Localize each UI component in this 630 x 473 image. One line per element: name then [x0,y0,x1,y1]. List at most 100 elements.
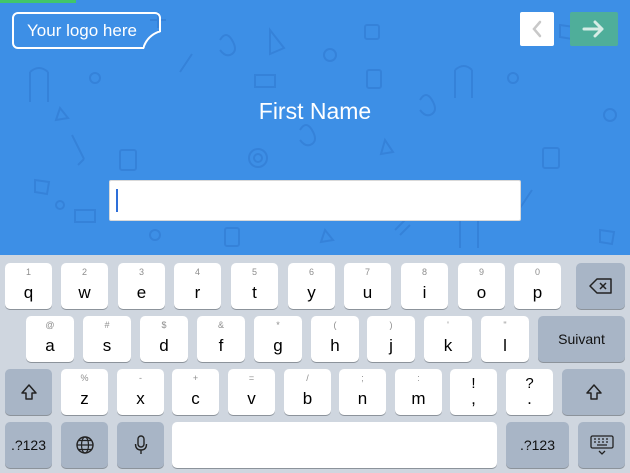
key-b[interactable]: / b [284,369,331,415]
key-period[interactable]: ?. [506,369,553,415]
key-q[interactable]: 1q [5,263,52,309]
globe-icon [75,436,94,454]
key-letter: q [23,283,34,302]
key-k[interactable]: ' k [424,316,472,362]
key-letter: n [357,389,368,408]
key-r[interactable]: 4r [174,263,221,309]
key-hint: 3 [138,267,144,277]
backspace-key[interactable] [576,263,625,309]
numbers-key-right[interactable]: .?123 [506,422,569,468]
key-l[interactable]: " l [481,316,529,362]
key-letter: y [307,283,316,302]
field-label: First Name [258,98,372,124]
key-hint: & [217,320,224,330]
numbers-key-label: .?123 [10,437,47,453]
key-hint: 4 [194,267,200,277]
key-comma[interactable]: !, [450,369,497,415]
key-letter: t [252,283,257,302]
key-hint: 0 [534,267,540,277]
dictation-key[interactable] [117,422,164,468]
key-letter: a [45,336,55,355]
key-m[interactable]: :m [395,369,442,415]
key-letter: z [80,389,89,408]
key-hint: = [248,373,255,383]
key-v[interactable]: = v [228,369,275,415]
key-letter: p [532,283,543,302]
key-a[interactable]: @ a [26,316,74,362]
key-letter: s [102,336,112,355]
next-button[interactable] [570,12,618,46]
shift-key-right[interactable] [562,369,625,415]
key-f[interactable]: & f [197,316,245,362]
numbers-key-label: .?123 [519,437,556,453]
key-hint: 5 [251,267,257,277]
key-letter: w [78,283,91,302]
key-w[interactable]: 2w [61,263,108,309]
key-j[interactable]: ) j [367,316,415,362]
key-g[interactable]: * g [254,316,302,362]
key-h[interactable]: (h [311,316,359,362]
logo-placeholder[interactable]: Your logo here [12,12,161,49]
first-name-input[interactable] [109,180,521,221]
key-letter: m [411,389,426,408]
key-hint: 6 [308,267,314,277]
page-curl-icon [143,31,161,49]
backspace-icon [588,278,612,294]
key-hint: 7 [364,267,370,277]
key-o[interactable]: 9o [458,263,505,309]
key-letter: r [194,283,201,302]
key-hint: 2 [81,267,87,277]
form-screen: Your logo here First Name [0,0,630,255]
key-hint: ; [361,373,364,383]
key-s[interactable]: # s [83,316,131,362]
key-n[interactable]: ; n [339,369,386,415]
key-letter: j [389,336,393,355]
language-key[interactable] [61,422,108,468]
key-hint: $ [161,320,167,330]
numbers-key-left[interactable]: .?123 [5,422,52,468]
key-letter: g [273,336,283,355]
key-z[interactable]: % z [61,369,108,415]
arrow-right-icon [582,20,604,38]
key-hint: ( [333,320,337,330]
key-letter: u [362,283,373,302]
key-letter: l [503,336,507,355]
hide-keyboard-key[interactable] [578,422,625,468]
key-letter: . [527,389,532,408]
return-key[interactable]: Suivant [538,316,625,362]
key-letter: x [136,389,145,408]
space-bar[interactable] [172,422,497,468]
key-c[interactable]: + c [172,369,219,415]
key-hint: + [192,373,199,383]
key-hint: ) [389,320,393,330]
key-y[interactable]: 6y [288,263,335,309]
key-t[interactable]: 5t [231,263,278,309]
key-hint: @ [45,320,55,330]
key-d[interactable]: $ d [140,316,188,362]
key-hint: ' [447,320,449,330]
keyboard-icon [589,435,614,455]
key-letter: d [159,336,169,355]
key-i[interactable]: 8i [401,263,448,309]
key-x[interactable]: -x [117,369,164,415]
key-hint: : [417,373,420,383]
key-letter: k [443,336,453,355]
key-hint: % [80,373,89,383]
key-hint: * [276,320,280,330]
key-letter: f [218,336,224,355]
back-button[interactable] [520,12,554,46]
shift-icon [20,384,37,400]
key-hint: 9 [478,267,484,277]
key-letter: c [191,389,200,408]
key-letter: e [136,283,147,302]
key-e[interactable]: 3e [118,263,165,309]
key-p[interactable]: 0p [514,263,561,309]
key-hint: - [139,373,142,383]
shift-key-left[interactable] [5,369,52,415]
shift-icon [585,384,602,400]
key-letter: i [422,283,427,302]
key-letter: v [247,389,256,408]
key-u[interactable]: 7u [344,263,391,309]
key-letter: , [471,389,476,408]
key-hint: # [104,320,110,330]
